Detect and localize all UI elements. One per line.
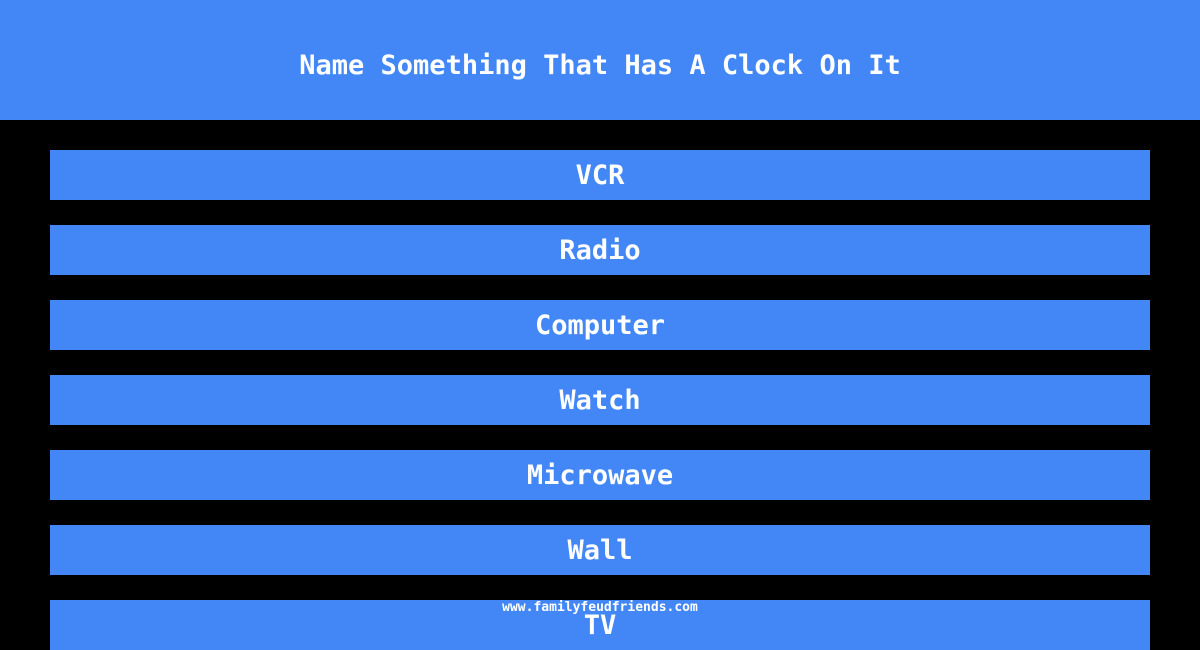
question-title: Name Something That Has A Clock On It xyxy=(299,50,901,81)
answer-bar[interactable]: Radio xyxy=(50,225,1150,275)
question-header: Name Something That Has A Clock On It xyxy=(0,0,1200,120)
answer-bar[interactable]: Computer xyxy=(50,300,1150,350)
answer-bar[interactable]: Microwave xyxy=(50,450,1150,500)
answer-bar[interactable]: Watch xyxy=(50,375,1150,425)
answer-bar[interactable]: VCR xyxy=(50,150,1150,200)
answer-bar[interactable]: Wall xyxy=(50,525,1150,575)
site-watermark: www.familyfeudfriends.com xyxy=(502,600,698,615)
